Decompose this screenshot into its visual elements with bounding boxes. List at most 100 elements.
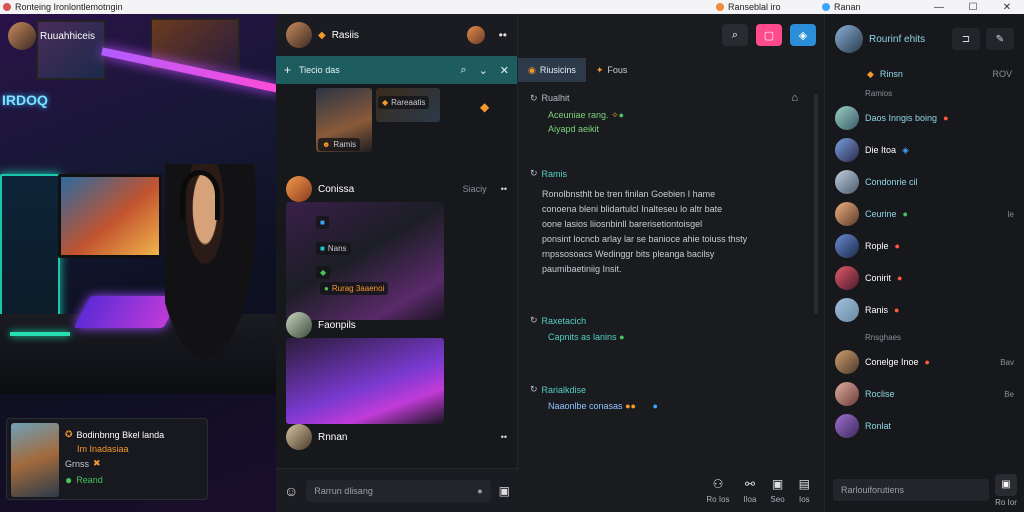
user-row[interactable]: Ronlat xyxy=(825,410,1024,442)
action-button[interactable]: ▣ Seo xyxy=(770,477,784,504)
hero-user[interactable]: Ruuahhiceis xyxy=(8,22,95,50)
reply-icon[interactable]: ↻ xyxy=(530,384,538,395)
window-subtitle-2[interactable]: Ranan xyxy=(834,2,861,12)
avatar[interactable] xyxy=(286,22,312,48)
search-icon[interactable]: ⌕ xyxy=(460,64,466,77)
message-text: ponsint locncb arlay lar se banioce ahie… xyxy=(542,234,748,244)
post-author[interactable]: Conissa xyxy=(318,184,354,195)
image-icon: ▣ xyxy=(771,477,784,491)
sticker-icon[interactable]: ▣ xyxy=(499,484,510,498)
status-icon: ● xyxy=(897,273,903,283)
help-button[interactable]: ◈ xyxy=(790,24,816,46)
user-row[interactable]: Daos Inngis boing ● xyxy=(825,102,1024,134)
message-author[interactable]: Rualhit xyxy=(542,93,570,103)
avatar xyxy=(835,106,859,130)
user-row[interactable]: Ceurine ● Ie xyxy=(825,198,1024,230)
message-list: ↻ Rualhit ⌂ Aceuniae rang. ✧● Aiyapd aei… xyxy=(518,82,814,464)
notification-action[interactable]: Reand xyxy=(76,475,103,485)
post-image[interactable]: ◆ Rareaatis xyxy=(376,88,440,122)
post-image[interactable]: ■ ■ Nans ◆ ● Rurag 3aaenoi xyxy=(286,202,444,320)
chat-scrollbar[interactable] xyxy=(814,94,818,314)
message: ↻ Raxetacich Capnits as lanins ● xyxy=(530,315,802,344)
avatar[interactable] xyxy=(835,25,863,53)
feed-post[interactable]: Conissa Siaciy •• ■ ■ Nans ◆ ● Rurag 3aaen… xyxy=(276,172,517,320)
user-row[interactable]: Conirit ● xyxy=(825,262,1024,294)
user-row[interactable]: Condonrie cil xyxy=(825,166,1024,198)
tab-discussions[interactable]: ◉ Riusicins xyxy=(518,58,586,82)
avatar xyxy=(835,170,859,194)
chat-panel: ⌕ ▢ ◈ ◉ Riusicins ✦ Fous ↻ Rualhit ⌂ Ace… xyxy=(518,14,824,512)
post-author[interactable]: Faonpils xyxy=(318,320,356,331)
more-icon[interactable]: •• xyxy=(499,28,507,42)
avatar[interactable] xyxy=(286,424,312,450)
message-author[interactable]: Rarialkdise xyxy=(542,385,587,395)
notification-card[interactable]: ✪ Bodinbnng Bkel landa Im Inadasiaa Grns… xyxy=(6,418,208,500)
app-icon xyxy=(3,3,11,11)
attach-icon[interactable]: ● xyxy=(477,486,482,496)
action-button[interactable]: ⚯ Iloa xyxy=(744,477,757,504)
feed-post[interactable]: Rnnan •• xyxy=(276,420,517,460)
user-row[interactable]: Roclise Be xyxy=(825,378,1024,410)
post-author[interactable]: Rnnan xyxy=(318,432,347,443)
feed-input[interactable]: Rarrun dlisang ● xyxy=(306,479,491,502)
reply-icon[interactable]: ↻ xyxy=(530,168,538,179)
users-input[interactable]: Rarlouiforutiens xyxy=(833,479,989,501)
feed-post[interactable]: ◆ Rareaatis ◆ ☻ Ramis xyxy=(276,84,517,164)
avatar[interactable] xyxy=(466,26,485,44)
message-text: paumibaetiniig Insit. xyxy=(542,264,622,274)
emoji-icon: ●● xyxy=(625,401,636,411)
avatar xyxy=(835,234,859,258)
action-button[interactable]: ⚇ Ro Ios xyxy=(706,477,729,504)
notification-title: Bodinbnng Bkel landa xyxy=(76,429,165,440)
edit-button[interactable]: ✎ xyxy=(986,28,1014,50)
avatar xyxy=(835,202,859,226)
search-button[interactable]: ⌕ xyxy=(722,24,748,46)
action-button[interactable]: ▤ Ios xyxy=(799,477,810,504)
message-text: rnpssosoacs Wedinggr bits pleanga bacils… xyxy=(542,249,715,259)
user-row[interactable]: Rople ● xyxy=(825,230,1024,262)
post-chip: ◆ xyxy=(316,266,331,279)
close-button[interactable]: ✕ xyxy=(990,0,1024,14)
window-subtitle[interactable]: Ranseblal iro xyxy=(728,2,781,12)
user-row[interactable]: Ranis ● xyxy=(825,294,1024,326)
user-status: ◆ Rinsn ROV xyxy=(867,68,1012,80)
feed-post[interactable]: Faonpils xyxy=(276,308,517,424)
people-icon: ⚇ xyxy=(712,477,724,491)
link-icon: ⚯ xyxy=(744,477,755,491)
search-icon: ⌕ xyxy=(731,28,739,41)
user-row[interactable]: Conelge Inoe ● Bav xyxy=(825,346,1024,378)
more-icon[interactable]: •• xyxy=(501,432,507,442)
user-row[interactable]: Die Itoa ◈ xyxy=(825,134,1024,166)
notify-button[interactable]: ▢ xyxy=(756,24,782,46)
message-author[interactable]: Raxetacich xyxy=(542,316,587,326)
close-icon[interactable]: ✕ xyxy=(500,64,509,77)
more-icon[interactable]: •• xyxy=(501,184,507,194)
avatar[interactable] xyxy=(286,176,312,202)
avatar xyxy=(835,298,859,322)
filter-icon[interactable]: ⌄ xyxy=(479,64,488,77)
send-button[interactable]: ▣ xyxy=(995,473,1017,496)
pin-icon[interactable]: ⌂ xyxy=(791,92,798,104)
online-icon: ● xyxy=(902,209,908,219)
message-author[interactable]: Ramis xyxy=(542,169,568,179)
emoji-icon[interactable]: ☺ xyxy=(284,483,298,499)
maximize-button[interactable]: ☐ xyxy=(956,0,990,14)
avatar xyxy=(835,382,859,406)
add-icon[interactable]: + xyxy=(284,63,291,77)
post-image[interactable] xyxy=(286,338,444,424)
reply-icon[interactable]: ↻ xyxy=(530,93,538,104)
avatar xyxy=(835,266,859,290)
feed-toolbar: + Tiecio das ⌕ ⌄ ✕ xyxy=(276,56,517,84)
tab-fous[interactable]: ✦ Fous xyxy=(586,58,638,82)
flame-icon: ◆ xyxy=(318,29,326,41)
avatar[interactable] xyxy=(286,312,312,338)
post-chip: ◆ Rareaatis xyxy=(378,96,430,109)
edit-icon: ✎ xyxy=(995,33,1005,45)
pin-button[interactable]: ⊐ xyxy=(952,28,980,50)
avatar xyxy=(835,414,859,438)
status-icon: ● xyxy=(894,241,900,251)
title-bar: Ronteing Ironlontlemotngin Ranseblal iro… xyxy=(0,0,1024,14)
reply-icon[interactable]: ↻ xyxy=(530,315,538,326)
minimize-button[interactable]: — xyxy=(922,0,956,14)
post-time: Siaciy xyxy=(462,184,487,194)
